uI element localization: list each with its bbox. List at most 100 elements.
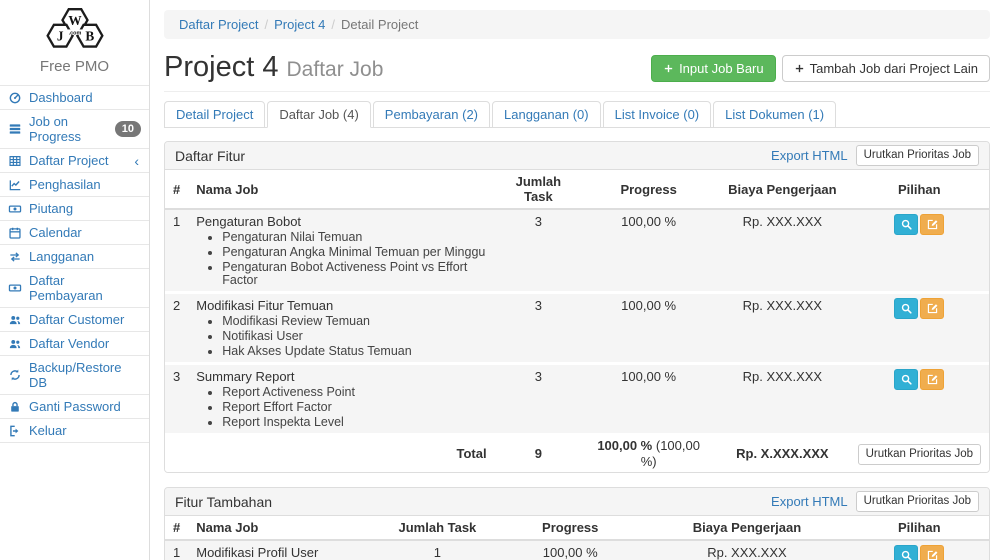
sidebar-item: Daftar Customer	[0, 308, 149, 332]
export-html-link[interactable]: Export HTML	[771, 494, 848, 509]
task-count: 3	[495, 293, 583, 364]
sidebar-item-backup-restore-db[interactable]: Backup/Restore DB	[0, 356, 149, 394]
logo-letter: J	[56, 28, 63, 43]
search-icon	[900, 218, 913, 231]
sidebar-item-job-on-progress[interactable]: Job on Progress10	[0, 110, 149, 148]
plus-icon	[663, 63, 674, 74]
tab-pembayaran-2[interactable]: Pembayaran (2)	[373, 101, 490, 128]
col-header-nama-job: Nama Job	[188, 516, 378, 540]
export-html-link[interactable]: Export HTML	[771, 148, 848, 163]
sidebar-item: Calendar	[0, 221, 149, 245]
view-job-button[interactable]	[894, 298, 918, 319]
page-subtitle: Daftar Job	[287, 58, 384, 81]
subtask-item: Report Inspekta Level	[222, 416, 486, 429]
cost-value: Rp. XXX.XXX	[644, 540, 849, 560]
jwb-logo: W J B .com	[33, 6, 117, 56]
tab-daftar-job-4[interactable]: Daftar Job (4)	[267, 101, 370, 128]
subtask-item: Modifikasi Review Temuan	[222, 315, 486, 328]
tab-item: List Dokumen (1)	[713, 101, 836, 128]
panel-fitur-tambahan: Fitur Tambahan Export HTML Urutkan Prior…	[164, 487, 990, 560]
col-header-jumlah-task: Jumlah Task	[379, 516, 496, 540]
sidebar-item-daftar-project[interactable]: Daftar Project‹	[0, 149, 149, 172]
subtask-list: Report Activeness Point Report Effort Fac…	[208, 386, 486, 429]
view-job-button[interactable]	[894, 369, 918, 390]
sidebar-item-label: Ganti Password	[29, 399, 121, 414]
brand: W J B .com Free PMO	[0, 0, 149, 85]
sidebar-item-label: Calendar	[29, 225, 82, 240]
breadcrumb-daftar-project[interactable]: Daftar Project	[179, 17, 258, 32]
sidebar-item-label: Daftar Customer	[29, 312, 124, 327]
sort-priority-button[interactable]: Urutkan Prioritas Job	[856, 145, 979, 166]
sidebar-item: Dashboard	[0, 86, 149, 110]
col-header-no: #	[165, 516, 188, 540]
job-name: Modifikasi Fitur Temuan	[196, 298, 486, 313]
main-content: Daftar Project Project 4 Detail Project Pr…	[150, 0, 1000, 560]
edit-job-button[interactable]	[920, 545, 944, 560]
cost-value: Rp. XXX.XXX	[715, 364, 849, 435]
sidebar-item-langganan[interactable]: Langganan	[0, 245, 149, 268]
subtask-item: Notifikasi User	[222, 330, 486, 343]
breadcrumb-item: Project 4	[258, 17, 325, 32]
edit-job-button[interactable]	[920, 369, 944, 390]
job-name-cell: Modifikasi Profil UserTab F/U Temuan	[188, 540, 378, 560]
sidebar-item-daftar-customer[interactable]: Daftar Customer	[0, 308, 149, 331]
lock-icon	[8, 400, 22, 414]
job-name-cell: Pengaturan BobotPengaturan Nilai TemuanP…	[188, 209, 494, 293]
sidebar-item: Keluar	[0, 419, 149, 443]
row-number: 3	[165, 364, 188, 435]
table-row: 2 Modifikasi Fitur Temuan Modifikasi Revie…	[165, 293, 989, 364]
sidebar-item-daftar-vendor[interactable]: Daftar Vendor	[0, 332, 149, 355]
money-icon	[8, 202, 22, 216]
view-job-button[interactable]	[894, 214, 918, 235]
chevron-left-icon: ‹	[134, 155, 141, 167]
tab-detail-project[interactable]: Detail Project	[164, 101, 265, 128]
sidebar-item-label: Dashboard	[29, 90, 93, 105]
sidebar-item-keluar[interactable]: Keluar	[0, 419, 149, 442]
sidebar-item-piutang[interactable]: Piutang	[0, 197, 149, 220]
edit-job-button[interactable]	[920, 298, 944, 319]
sidebar-item-label: Keluar	[29, 423, 67, 438]
panel-title: Fitur Tambahan	[175, 494, 763, 510]
tab-list-dokumen-1[interactable]: List Dokumen (1)	[713, 101, 836, 128]
sidebar-item: Backup/Restore DB	[0, 356, 149, 395]
tambah-job-dari-project-lain-button[interactable]: Tambah Job dari Project Lain	[782, 55, 990, 82]
subtask-list: Modifikasi Review Temuan Notifikasi User H…	[208, 315, 486, 358]
view-job-button[interactable]	[894, 545, 918, 560]
sidebar-item-penghasilan[interactable]: Penghasilan	[0, 173, 149, 196]
subtask-item: Hak Akses Update Status Temuan	[222, 345, 486, 358]
sidebar-item-calendar[interactable]: Calendar	[0, 221, 149, 244]
sort-priority-button[interactable]: Urutkan Prioritas Job	[858, 444, 981, 465]
tab-list-invoice-0[interactable]: List Invoice (0)	[603, 101, 712, 128]
users-icon	[8, 313, 22, 327]
tab-bar: Detail ProjectDaftar Job (4)Pembayaran (…	[164, 101, 990, 128]
input-job-baru-button[interactable]: Input Job Baru	[651, 55, 776, 82]
sidebar-item-label: Piutang	[29, 201, 73, 216]
panel-title: Daftar Fitur	[175, 148, 763, 164]
breadcrumb-detail-project: Detail Project	[341, 17, 418, 32]
sidebar-item-dashboard[interactable]: Dashboard	[0, 86, 149, 109]
tab-langganan-0[interactable]: Langganan (0)	[492, 101, 601, 128]
logo-letter: B	[85, 28, 94, 43]
sort-priority-button[interactable]: Urutkan Prioritas Job	[856, 491, 979, 512]
subtask-item: Pengaturan Bobot Activeness Point vs Eff…	[222, 261, 486, 287]
chart-icon	[8, 178, 22, 192]
header-buttons: Input Job Baru Tambah Job dari Project L…	[651, 55, 990, 82]
sidebar-item-label: Daftar Vendor	[29, 336, 109, 351]
sidebar-item-ganti-password[interactable]: Ganti Password	[0, 395, 149, 418]
table-header-row: # Nama Job Jumlah Task Progress Biaya Pe…	[165, 516, 989, 540]
subtask-item: Report Activeness Point	[222, 386, 486, 399]
col-header-pilihan: Pilihan	[850, 516, 989, 540]
exchange-icon	[8, 250, 22, 264]
cost-value: Rp. XXX.XXX	[715, 209, 849, 293]
edit-icon	[926, 302, 939, 315]
total-label: Total	[188, 435, 494, 473]
col-header-progress: Progress	[496, 516, 644, 540]
row-number: 2	[165, 293, 188, 364]
tab-item: List Invoice (0)	[603, 101, 712, 128]
sidebar-item-daftar-pembayaran[interactable]: Daftar Pembayaran	[0, 269, 149, 307]
edit-job-button[interactable]	[920, 214, 944, 235]
users-icon	[8, 337, 22, 351]
subtask-item: Report Effort Factor	[222, 401, 486, 414]
row-number: 1	[165, 209, 188, 293]
breadcrumb-project-4[interactable]: Project 4	[274, 17, 325, 32]
